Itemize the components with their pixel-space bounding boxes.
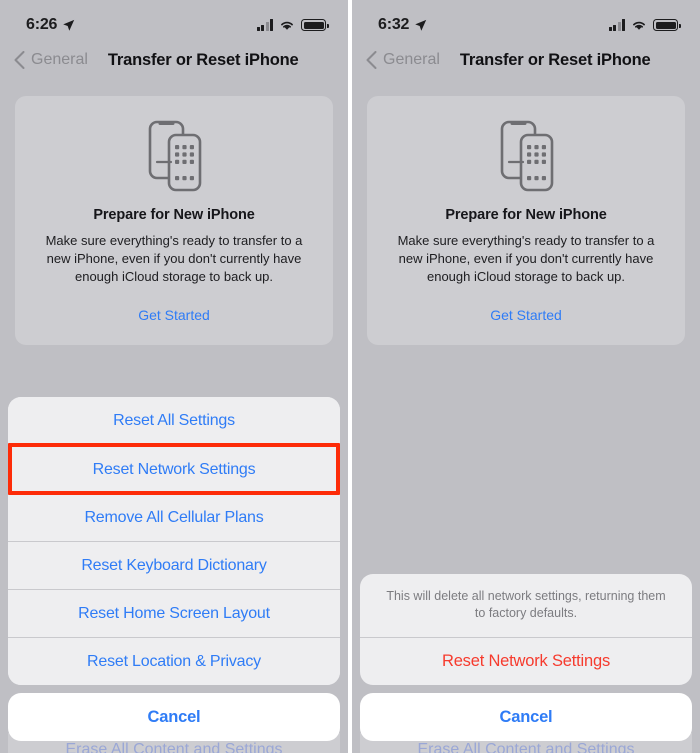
wifi-icon xyxy=(281,21,293,30)
status-indicators-left xyxy=(256,19,329,31)
chevron-left-icon xyxy=(14,51,25,69)
two-iphones-icon xyxy=(31,115,317,197)
reset-network-confirm-sheet: This will delete all network settings, r… xyxy=(360,574,692,753)
action-sheet-option[interactable]: Reset Home Screen Layout xyxy=(8,589,340,637)
action-sheet-option[interactable]: Reset All Settings xyxy=(8,397,340,445)
page-title: Transfer or Reset iPhone xyxy=(459,50,651,69)
reset-options-group: Reset All Settings Reset Network Settings… xyxy=(8,397,340,685)
two-iphones-icon xyxy=(383,115,669,197)
page-title: Transfer or Reset iPhone xyxy=(107,50,299,69)
back-button-general[interactable]: General xyxy=(366,51,440,69)
confirm-message: This will delete all network settings, r… xyxy=(386,589,666,620)
battery-full-icon xyxy=(301,19,329,31)
get-started-link[interactable]: Get Started xyxy=(383,307,669,323)
status-time: 6:32 xyxy=(378,16,410,33)
reset-action-sheet: Reset All Settings Reset Network Settings… xyxy=(8,397,340,753)
prepare-for-new-iphone-card: Prepare for New iPhone Make sure everyth… xyxy=(367,96,685,345)
status-indicators-right xyxy=(608,19,681,31)
prepare-for-new-iphone-card: Prepare for New iPhone Make sure everyth… xyxy=(15,96,333,345)
wifi-icon xyxy=(633,21,645,30)
action-sheet-option[interactable]: Reset Keyboard Dictionary xyxy=(8,541,340,589)
location-arrow-icon xyxy=(63,19,75,31)
dual-screenshot-stage: 6:26 General Transfer or Reset iPhone Pr… xyxy=(0,0,700,753)
card-description: Make sure everything's ready to transfer… xyxy=(397,233,655,284)
battery-full-icon xyxy=(653,19,681,31)
location-arrow-icon xyxy=(415,19,427,31)
status-clock-right: 6:32 xyxy=(378,16,427,34)
cancel-button[interactable]: Cancel xyxy=(8,693,340,741)
reset-network-settings-confirm-button[interactable]: Reset Network Settings xyxy=(360,637,692,685)
action-sheet-option[interactable]: Remove All Cellular Plans xyxy=(8,493,340,541)
status-clock-left: 6:26 xyxy=(26,16,75,34)
status-bar-right: 6:32 xyxy=(352,0,700,42)
action-sheet-option[interactable]: Reset Network Settings xyxy=(8,445,340,493)
status-time: 6:26 xyxy=(26,16,58,33)
back-button-general[interactable]: General xyxy=(14,51,88,69)
back-button-label: General xyxy=(31,51,88,68)
back-button-label: General xyxy=(383,51,440,68)
cancel-button[interactable]: Cancel xyxy=(360,693,692,741)
action-sheet-option[interactable]: Reset Location & Privacy xyxy=(8,637,340,685)
card-description: Make sure everything's ready to transfer… xyxy=(45,233,303,284)
iphone-screen-right: 6:32 General Transfer or Reset iPhone Pr… xyxy=(352,0,700,753)
chevron-left-icon xyxy=(366,51,377,69)
get-started-link[interactable]: Get Started xyxy=(31,307,317,323)
content-area-left: Prepare for New iPhone Make sure everyth… xyxy=(0,96,348,753)
cellular-signal-icon xyxy=(256,19,273,31)
iphone-screen-left: 6:26 General Transfer or Reset iPhone Pr… xyxy=(0,0,348,753)
status-bar-left: 6:26 xyxy=(0,0,348,42)
card-title: Prepare for New iPhone xyxy=(93,207,255,223)
navigation-bar-left: General Transfer or Reset iPhone xyxy=(0,42,348,78)
navigation-bar-right: General Transfer or Reset iPhone xyxy=(352,42,700,78)
cellular-signal-icon xyxy=(608,19,625,31)
card-title: Prepare for New iPhone xyxy=(445,207,607,223)
confirm-group: This will delete all network settings, r… xyxy=(360,574,692,685)
content-area-right: Prepare for New iPhone Make sure everyth… xyxy=(352,96,700,753)
